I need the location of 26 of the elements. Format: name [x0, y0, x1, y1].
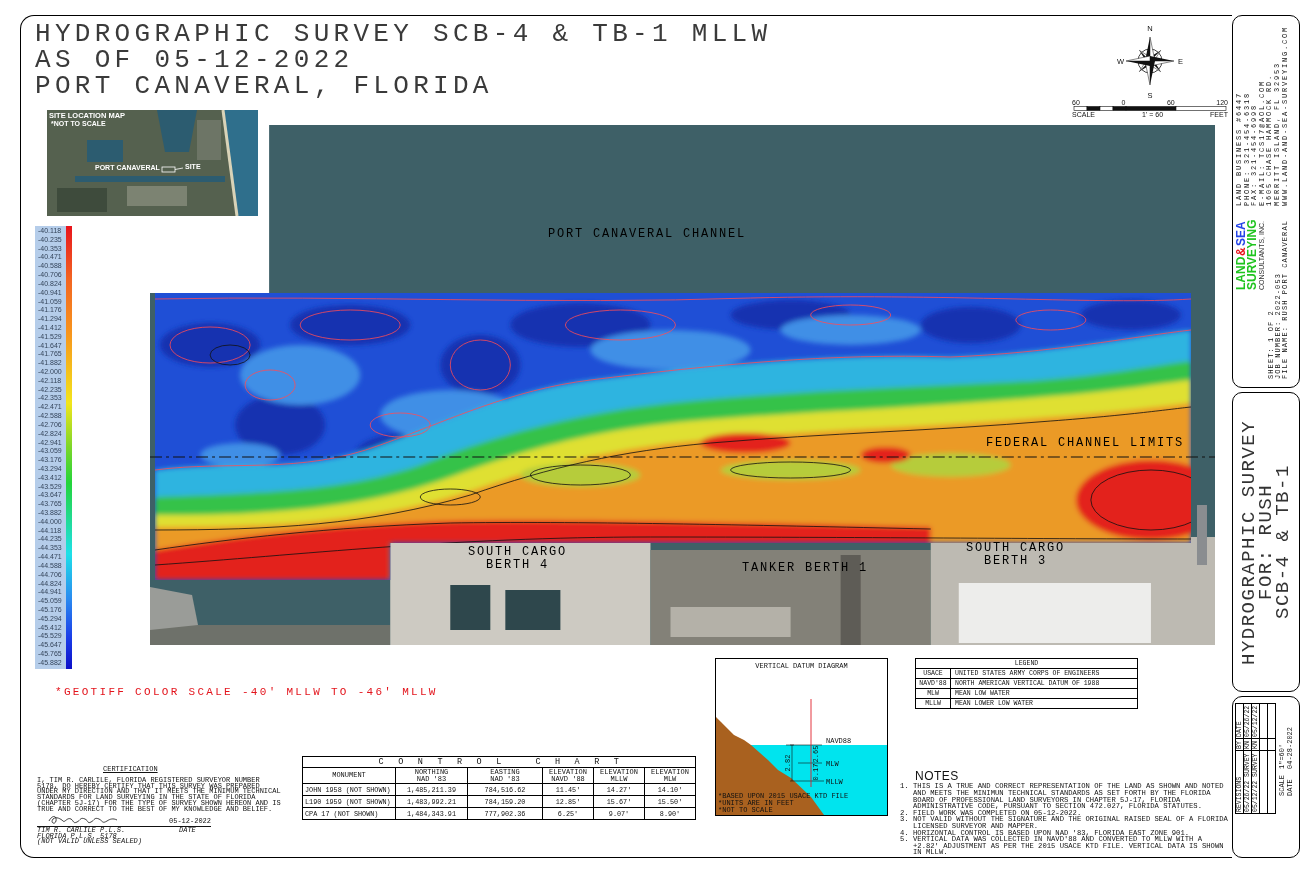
signature-drawing — [48, 816, 118, 824]
project-title: HYDROGRAPHIC SURVEY — [1240, 419, 1258, 665]
drawing-title: PORT CANAVERAL, FLORIDA — [35, 73, 494, 99]
map-label: PORT CANAVERAL CHANNEL — [548, 228, 747, 241]
project-title: FOR: RUSH — [1257, 483, 1275, 601]
logo-word: LAND — [1236, 257, 1247, 291]
chart-title: CONTROL CHART — [302, 756, 696, 768]
map-label: TANKER BERTH 1 — [742, 562, 869, 575]
dimension-line — [789, 744, 795, 782]
color-scale-caption: *GEOTIFF COLOR SCALE -40' MLLW TO -46' MLLW — [55, 686, 439, 699]
logo-word: SEA — [1236, 221, 1247, 247]
drawing-title: AS OF 05-12-2022 — [35, 47, 355, 73]
map-label: FEDERAL CHANNEL LIMITS — [986, 437, 1185, 450]
datum-line — [793, 780, 825, 782]
datum-line — [797, 762, 823, 764]
logo-word: SURVEYING — [1247, 219, 1258, 291]
drawing-title: HYDROGRAPHIC SURVEY SCB-4 & TB-1 MLLW — [35, 21, 772, 47]
notes-heading: NOTES — [915, 770, 959, 784]
map-label: SOUTH CARGO BERTH 3 — [966, 542, 1065, 568]
site-marker — [161, 166, 176, 173]
datum-line — [785, 744, 823, 746]
leader-line — [174, 167, 184, 170]
compass-rose-icon — [1125, 36, 1175, 86]
map-label: SOUTH CARGO BERTH 4 — [468, 546, 567, 572]
project-title: SCB-4 & TB-1 — [1274, 464, 1292, 620]
logo-word: & — [1236, 247, 1247, 257]
